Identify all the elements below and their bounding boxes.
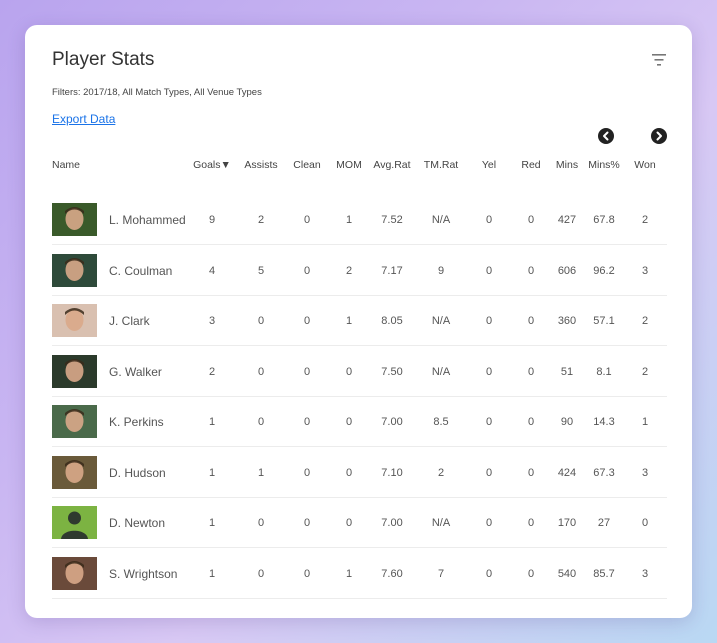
prev-columns-button[interactable] [598, 128, 614, 144]
export-data-link[interactable]: Export Data [52, 112, 115, 126]
table-row[interactable]: C. Coulman 4 5 0 2 7.17 9 0 0 606 96.2 3 [52, 246, 667, 296]
person-silhouette-icon [61, 511, 88, 539]
table-row[interactable]: D. Hudson 1 1 0 0 7.10 2 0 0 424 67.3 3 [52, 448, 667, 498]
cell-won: 3 [641, 466, 649, 479]
player-photo [52, 455, 97, 489]
player-stats-card: Player Stats Filters: 2017/18, All Match… [25, 25, 692, 618]
face-icon [65, 409, 84, 432]
filter-icon[interactable] [650, 53, 668, 67]
face-icon [65, 560, 84, 584]
player-photo [52, 253, 97, 287]
face-icon [65, 459, 84, 483]
column-header-won[interactable]: Won [615, 159, 675, 171]
player-photo [52, 506, 97, 539]
face-icon [65, 207, 84, 230]
face-icon [65, 358, 84, 382]
cell-won: 2 [641, 214, 649, 226]
cell-won: 0 [641, 517, 649, 529]
cell-won: 2 [641, 365, 649, 378]
table-row[interactable]: J. Clark 3 0 0 1 8.05 N/A 0 0 360 57.1 2 [52, 296, 667, 346]
chevron-left-icon [603, 131, 609, 141]
face-icon [65, 257, 84, 281]
cell-won: 1 [641, 416, 649, 428]
player-photo [52, 405, 97, 438]
table-row[interactable]: L. Mohammed 9 2 0 1 7.52 N/A 0 0 427 67.8 2 [52, 195, 667, 245]
player-photo [52, 556, 97, 590]
filters-summary: Filters: 2017/18, All Match Types, All V… [52, 87, 262, 98]
table-row[interactable]: D. Newton 1 0 0 0 7.00 N/A 0 0 170 27 0 [52, 498, 667, 548]
next-columns-button[interactable] [651, 128, 667, 144]
page-title: Player Stats [52, 49, 155, 70]
chevron-right-icon [656, 131, 662, 141]
player-photo [52, 203, 97, 236]
player-photo [52, 304, 97, 337]
cell-won: 2 [641, 315, 649, 327]
cell-won: 3 [641, 567, 649, 580]
cell-won: 3 [641, 264, 649, 277]
table-row[interactable]: S. Wrightson 1 0 0 1 7.60 7 0 0 540 85.7 3 [52, 549, 667, 599]
player-photo [52, 354, 97, 388]
table-row[interactable]: K. Perkins 1 0 0 0 7.00 8.5 0 0 90 14.3 1 [52, 397, 667, 447]
column-header-name: Name [52, 159, 81, 171]
table-row[interactable]: G. Walker 2 0 0 0 7.50 N/A 0 0 51 8.1 2 [52, 347, 667, 397]
face-icon [65, 308, 84, 331]
